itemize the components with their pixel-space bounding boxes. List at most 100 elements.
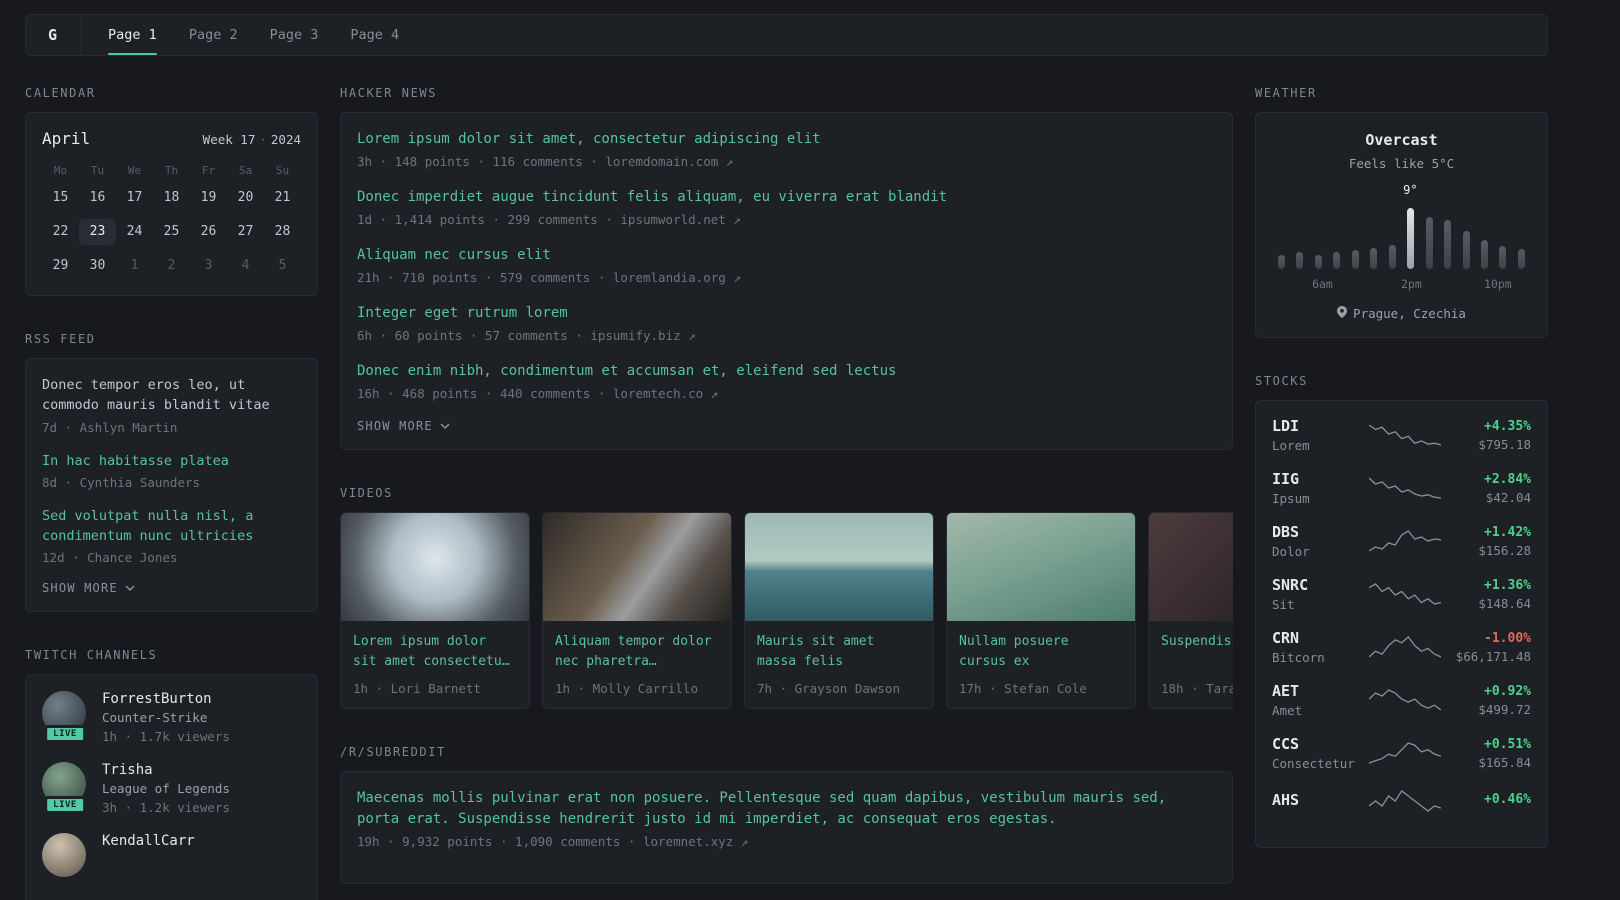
hn-source-link[interactable]: loremdomain.com ↗ [605, 154, 733, 169]
twitch-channel-name[interactable]: Trisha [102, 762, 230, 778]
rss-item-title[interactable]: Donec tempor eros leo, ut commodo mauris… [42, 375, 301, 416]
video-thumbnail[interactable] [543, 513, 731, 621]
video-card[interactable]: Mauris sit amet massa felis 7h · Grayson… [744, 512, 934, 709]
tab-page-3[interactable]: Page 3 [270, 15, 319, 55]
video-title[interactable]: Lorem ipsum dolor sit amet consectetu… [353, 632, 517, 673]
twitch-channel-row[interactable]: LIVE ForrestBurton Counter-Strike 1h · 1… [42, 691, 301, 744]
show-more-label: SHOW MORE [357, 419, 433, 433]
rss-show-more-button[interactable]: SHOW MORE [42, 581, 301, 595]
stock-price: $66,171.48 [1455, 648, 1531, 664]
hn-source-link[interactable]: loremlandia.org ↗ [613, 270, 741, 285]
weather-bar [1351, 249, 1359, 269]
weather-bar [1444, 220, 1452, 269]
stock-symbol: LDI [1272, 417, 1300, 435]
video-thumbnail[interactable] [341, 513, 529, 621]
reddit-post-title[interactable]: Maecenas mollis pulvinar erat non posuer… [357, 788, 1216, 830]
subreddit-widget: /R/SUBREDDIT Maecenas mollis pulvinar er… [340, 745, 1233, 884]
hn-item-meta: 3h · 148 points · 116 comments · loremdo… [357, 154, 1216, 169]
video-meta: 17h · Stefan Cole [959, 681, 1087, 696]
twitch-channel-row[interactable]: LIVE Trisha League of Legends 3h · 1.2k … [42, 762, 301, 815]
video-thumbnail[interactable] [745, 513, 933, 621]
hn-source-link[interactable]: ipsumify.biz ↗ [590, 328, 695, 343]
live-badge: LIVE [44, 725, 86, 744]
stock-sparkline [1368, 742, 1441, 764]
video-card[interactable]: Suspendisse diam 18h · Tara [1148, 512, 1233, 709]
calendar-day: 30 [89, 258, 106, 273]
hn-item-meta: 16h · 468 points · 440 comments · loremt… [357, 386, 1216, 401]
stock-name: Lorem [1272, 438, 1310, 453]
external-link-icon: ↗ [725, 154, 734, 169]
stock-row[interactable]: IIG Ipsum +2.84% $42.04 [1272, 470, 1531, 506]
hn-item-title[interactable]: Donec enim nibh, condimentum et accumsan… [357, 361, 1216, 382]
calendar-day-next-month: 5 [278, 258, 287, 273]
weather-bar [1407, 208, 1415, 269]
show-more-label: SHOW MORE [42, 581, 118, 596]
stock-change: +0.92% [1484, 683, 1531, 699]
stock-row[interactable]: CCS Consectetur +0.51% $165.84 [1272, 735, 1531, 771]
video-card[interactable]: Aliquam tempor dolor nec pharetra… 1h · … [542, 512, 732, 709]
stock-row[interactable]: LDI Lorem +4.35% $795.18 [1272, 417, 1531, 453]
hn-domain: loremdomain.com [605, 154, 719, 169]
stock-symbol: CRN [1272, 629, 1300, 647]
hn-item: Lorem ipsum dolor sit amet, consectetur … [357, 129, 1216, 169]
hn-source-link[interactable]: ipsumworld.net ↗ [620, 212, 740, 227]
stock-row[interactable]: AHS +0.46% [1272, 788, 1531, 814]
video-title[interactable]: Aliquam tempor dolor nec pharetra… [555, 632, 719, 673]
hn-meta-text: 21h · 710 points · 579 comments · [357, 270, 606, 285]
stock-name: Ipsum [1272, 491, 1310, 506]
rss-item-meta: 7d · Ashlyn Martin [42, 419, 178, 435]
calendar-dow: Th [164, 164, 179, 177]
video-title[interactable]: Nullam posuere cursus ex [959, 632, 1123, 673]
stock-price: $795.18 [1478, 436, 1531, 452]
twitch-widget: TWITCH CHANNELS LIVE ForrestBurton Count… [25, 648, 318, 900]
weather-bar [1333, 251, 1341, 269]
stock-row[interactable]: DBS Dolor +1.42% $156.28 [1272, 523, 1531, 559]
calendar-dow: Fr [201, 164, 216, 177]
video-card[interactable]: Nullam posuere cursus ex 17h · Stefan Co… [946, 512, 1136, 709]
stock-symbol: DBS [1272, 523, 1300, 541]
twitch-channel-name[interactable]: ForrestBurton [102, 691, 230, 707]
hn-source-link[interactable]: loremtech.co ↗ [613, 386, 718, 401]
widget-title-subreddit: /R/SUBREDDIT [340, 745, 446, 759]
video-title[interactable]: Mauris sit amet massa felis [757, 632, 921, 673]
hn-item-title[interactable]: Aliquam nec cursus elit [357, 245, 1216, 266]
widget-title-rss: RSS FEED [25, 332, 96, 346]
weather-chart: 9° 6am 2pm 10pm [1278, 181, 1525, 292]
video-thumbnail[interactable] [947, 513, 1135, 621]
reddit-post-meta: 19h · 9,932 points · 1,090 comments · lo… [357, 834, 1216, 849]
video-title[interactable]: Suspendisse diam [1161, 632, 1233, 673]
hn-item: Aliquam nec cursus elit 21h · 710 points… [357, 245, 1216, 285]
weather-bar [1462, 230, 1470, 269]
widget-title-videos: VIDEOS [340, 486, 393, 500]
hn-show-more-button[interactable]: SHOW MORE [357, 419, 1216, 433]
rss-item-title[interactable]: In hac habitasse platea [42, 451, 301, 471]
avatar[interactable] [42, 833, 86, 878]
tab-page-2[interactable]: Page 2 [189, 15, 238, 55]
twitch-channel-row[interactable]: KendallCarr [42, 833, 301, 885]
hn-item-title[interactable]: Integer eget rutrum lorem [357, 303, 1216, 324]
weather-condition: Overcast [1365, 131, 1438, 149]
calendar-dow: Sa [238, 164, 253, 177]
twitch-card: LIVE ForrestBurton Counter-Strike 1h · 1… [25, 674, 318, 900]
tab-page-1[interactable]: Page 1 [108, 15, 157, 55]
reddit-source-link[interactable]: loremnet.xyz ↗ [643, 834, 748, 849]
stock-row[interactable]: SNRC Sit +1.36% $148.64 [1272, 576, 1531, 612]
hn-domain: loremtech.co [612, 386, 704, 401]
calendar-day: 21 [274, 190, 291, 205]
stock-sparkline [1368, 583, 1441, 605]
stock-row[interactable]: CRN Bitcorn -1.00% $66,171.48 [1272, 629, 1531, 665]
calendar-day: 29 [52, 258, 69, 273]
rss-item-title[interactable]: Sed volutpat nulla nisl, a condimentum n… [42, 506, 301, 547]
twitch-channel-name[interactable]: KendallCarr [102, 833, 195, 849]
middle-column: HACKER NEWS Lorem ipsum dolor sit amet, … [340, 86, 1233, 900]
hn-item-title[interactable]: Donec imperdiet augue tincidunt felis al… [357, 187, 1216, 208]
page-tabs: Page 1 Page 2 Page 3 Page 4 [108, 15, 399, 55]
external-link-icon: ↗ [740, 834, 749, 849]
hn-item-title[interactable]: Lorem ipsum dolor sit amet, consectetur … [357, 129, 1216, 150]
tab-page-4[interactable]: Page 4 [350, 15, 399, 55]
stock-row[interactable]: AET Amet +0.92% $499.72 [1272, 682, 1531, 718]
widget-title-hacker-news: HACKER NEWS [340, 86, 438, 100]
video-card[interactable]: Lorem ipsum dolor sit amet consectetu… 1… [340, 512, 530, 709]
video-thumbnail[interactable] [1149, 513, 1233, 621]
video-meta: 1h · Lori Barnett [353, 681, 481, 696]
